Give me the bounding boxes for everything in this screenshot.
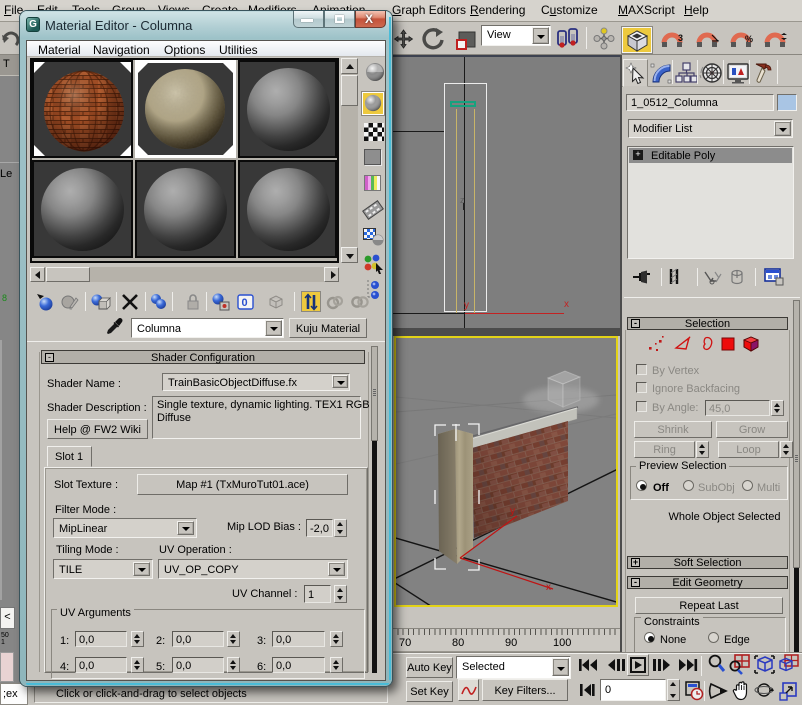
svg-text:3: 3 [678, 33, 683, 43]
svg-text:0: 0 [242, 297, 248, 309]
svg-text:x: x [546, 582, 551, 593]
svg-text:y: y [510, 506, 515, 517]
svg-text:%: % [745, 34, 753, 44]
